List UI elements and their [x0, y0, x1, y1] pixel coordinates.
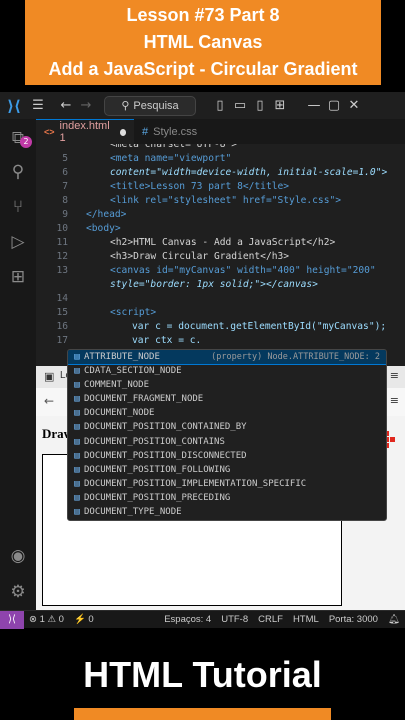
- property-icon: ▤: [74, 436, 80, 447]
- property-icon: ▤: [74, 408, 80, 419]
- banner-line-1: Lesson #73 Part 8: [126, 5, 280, 25]
- problems-status[interactable]: ⊗ 1 ⚠ 0: [24, 614, 69, 625]
- suggestion-item[interactable]: ▤ ATTRIBUTE_NODE (property) Node.ATTRIBU…: [68, 350, 386, 366]
- suggestion-item[interactable]: ▤ CDATA_SECTION_NODE: [68, 364, 386, 378]
- language-status[interactable]: HTML: [288, 614, 324, 625]
- property-icon: ▤: [74, 507, 80, 518]
- menu-icon[interactable]: ☰: [28, 98, 48, 113]
- gear-icon[interactable]: ⚙: [7, 581, 29, 603]
- title-bar: ⟩⟨ ☰ ← → ⚲ Pesquisa ▯ ▭ ▯ ⊞ — ▢ ✕: [0, 92, 405, 119]
- preview-menu-icon[interactable]: ≡: [390, 394, 399, 407]
- suggestion-item[interactable]: ▤ DOCUMENT_POSITION_DISCONNECTED: [68, 449, 386, 463]
- html-file-icon: <>: [44, 127, 55, 137]
- property-icon: ▤: [74, 478, 80, 489]
- suggestion-item[interactable]: ▤ DOCUMENT_POSITION_IMPLEMENTATION_SPECIF…: [68, 477, 386, 491]
- back-arrow-icon[interactable]: ←: [44, 394, 54, 408]
- vscode-logo-icon: ⟩⟨: [7, 96, 21, 115]
- footer-accent-bar: [74, 708, 331, 720]
- eol-status[interactable]: CRLF: [253, 614, 288, 625]
- preview-tab-icon: ▣: [44, 370, 55, 383]
- toggle-secondary-sidebar-icon[interactable]: ▯: [250, 98, 270, 113]
- source-control-icon[interactable]: ⑂: [7, 196, 29, 218]
- extensions-icon[interactable]: ⊞: [7, 266, 29, 288]
- ports-status[interactable]: ⚡ 0: [69, 614, 99, 625]
- account-icon[interactable]: ◉: [7, 545, 29, 567]
- property-icon: ▤: [74, 366, 80, 377]
- tab-label: Style.css: [153, 125, 198, 138]
- suggestion-item[interactable]: ▤ DOCUMENT_TYPE_NODE: [68, 505, 386, 519]
- tab-label: index.html 1: [59, 120, 110, 144]
- status-bar: ⟩⟨ ⊗ 1 ⚠ 0 ⚡ 0 Espaços: 4 UTF-8 CRLF HTM…: [0, 610, 405, 629]
- footer-title: HTML Tutorial: [83, 654, 322, 695]
- toggle-sidebar-icon[interactable]: ▯: [210, 98, 230, 113]
- command-search-input[interactable]: ⚲ Pesquisa: [104, 95, 196, 116]
- suggestion-item[interactable]: ▤ DOCUMENT_FRAGMENT_NODE: [68, 392, 386, 406]
- remote-indicator-icon[interactable]: ⟩⟨: [0, 610, 24, 629]
- close-window-icon[interactable]: ✕: [344, 98, 364, 113]
- banner-line-3: Add a JavaScript - Circular Gradient: [48, 59, 358, 79]
- search-icon[interactable]: ⚲: [7, 161, 29, 183]
- lesson-banner: Lesson #73 Part 8 HTML Canvas Add a Java…: [25, 0, 381, 85]
- suggestion-item[interactable]: ▤ DOCUMENT_POSITION_FOLLOWING: [68, 463, 386, 477]
- back-arrow-icon[interactable]: ←: [56, 98, 76, 113]
- minimize-icon[interactable]: —: [304, 98, 324, 113]
- property-icon: ▤: [74, 492, 80, 503]
- forward-arrow-icon[interactable]: →: [76, 98, 96, 113]
- encoding-status[interactable]: UTF-8: [216, 614, 253, 625]
- banner-line-2: HTML Canvas: [143, 32, 263, 52]
- notifications-bell-icon[interactable]: 🔔︎: [383, 614, 405, 625]
- property-icon: ▤: [74, 380, 80, 391]
- editor-tabs: <> index.html 1 # Style.css: [36, 119, 405, 144]
- suggestion-item[interactable]: ▤ DOCUMENT_NODE: [68, 406, 386, 420]
- live-server-port-status[interactable]: Porta: 3000: [324, 614, 383, 625]
- indentation-status[interactable]: Espaços: 4: [159, 614, 216, 625]
- search-icon: ⚲: [121, 100, 130, 112]
- maximize-icon[interactable]: ▢: [324, 98, 344, 113]
- unsaved-dot-icon[interactable]: [119, 128, 126, 136]
- tab-index-html[interactable]: <> index.html 1: [36, 119, 134, 144]
- suggestion-item[interactable]: ▤ DOCUMENT_POSITION_CONTAINS: [68, 435, 386, 449]
- activity-bar: ⧉ 2 ⚲ ⑂ ▷ ⊞ ◉ ⚙: [0, 119, 36, 610]
- run-debug-icon[interactable]: ▷: [7, 231, 29, 253]
- code-editor[interactable]: <meta charset="UTF-8"> 5 <meta name="view…: [36, 144, 405, 366]
- toggle-panel-icon[interactable]: ▭: [230, 98, 250, 113]
- tab-style-css[interactable]: # Style.css: [134, 119, 205, 144]
- property-icon: ▤: [74, 352, 80, 362]
- property-icon: ▤: [74, 422, 80, 433]
- property-icon: ▤: [74, 450, 80, 461]
- property-icon: ▤: [74, 394, 80, 405]
- css-file-icon: #: [142, 125, 149, 138]
- suggestion-detail: (property) Node.ATTRIBUTE_NODE: 2: [211, 352, 380, 362]
- search-placeholder: Pesquisa: [133, 99, 179, 112]
- property-icon: ▤: [74, 464, 80, 475]
- preview-menu-icon[interactable]: ≡: [390, 369, 399, 382]
- suggestion-item[interactable]: ▤ DOCUMENT_POSITION_CONTAINED_BY: [68, 420, 386, 434]
- suggestion-item[interactable]: ▤ COMMENT_NODE: [68, 378, 386, 392]
- explorer-badge: 2: [20, 136, 32, 148]
- suggestion-item[interactable]: ▤ DOCUMENT_POSITION_PRECEDING: [68, 491, 386, 505]
- layout-icon[interactable]: ⊞: [270, 98, 290, 113]
- intellisense-suggestions: ▤ ATTRIBUTE_NODE (property) Node.ATTRIBU…: [67, 349, 387, 521]
